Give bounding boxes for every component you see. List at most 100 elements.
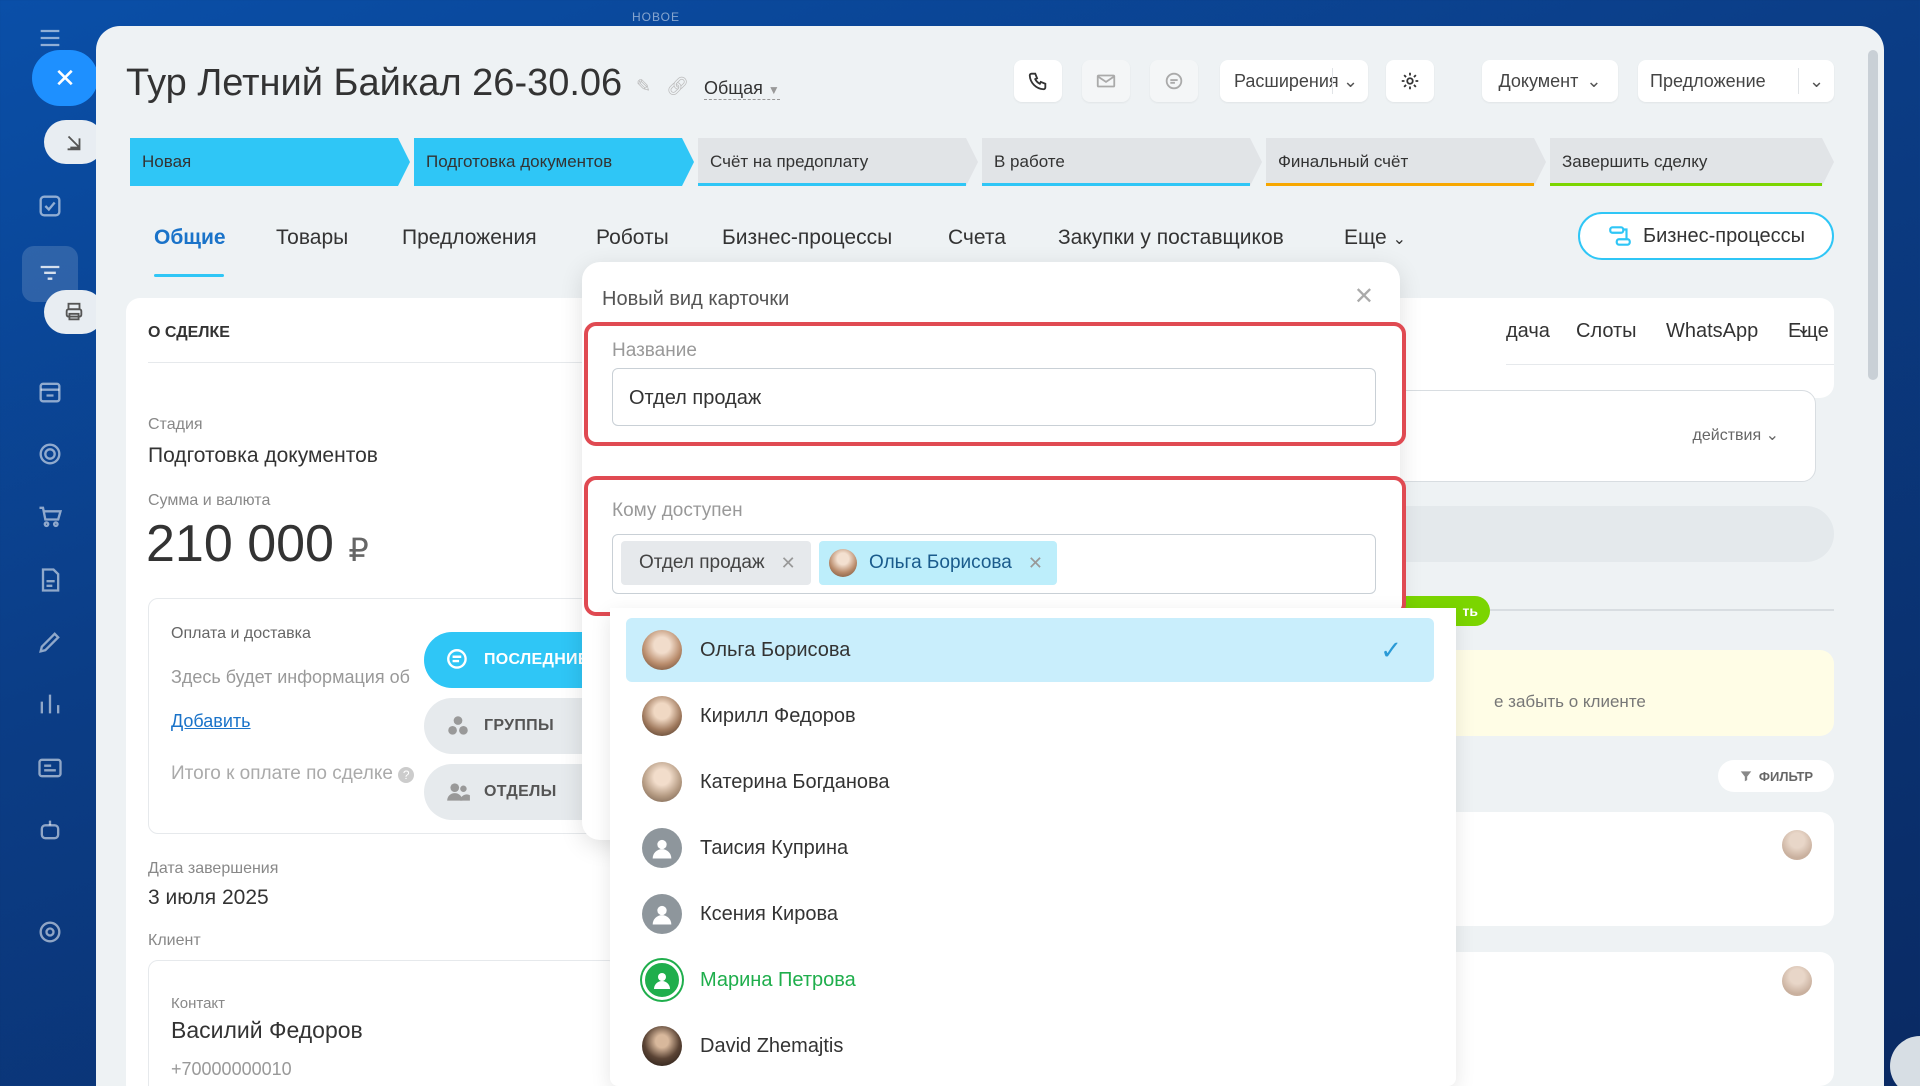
user-avatar [642,630,682,670]
stage-field-label: Стадия [148,416,203,433]
departments-icon [444,778,472,806]
timeline-tabs-card: дача Слоты WhatsApp Еще [1376,298,1834,398]
tab-whatsapp[interactable]: WhatsApp [1666,320,1758,343]
default-user-icon [642,894,682,934]
stage-prepay[interactable]: Счёт на предоплату [698,138,978,186]
default-user-icon [642,828,682,868]
list-item[interactable]: Таисия Куприна [626,816,1434,880]
chat-bubble-button[interactable] [1890,1036,1920,1086]
stage-in-progress[interactable]: В работе [982,138,1262,186]
list-item[interactable]: Катерина Богданова [626,750,1434,814]
currency-symbol: ₽ [348,532,369,568]
add-payment-link[interactable]: Добавить [171,711,251,732]
help-icon[interactable]: ? [398,767,415,783]
person-name: Катерина Богданова [700,770,890,793]
page-scrollbar[interactable] [1868,50,1878,380]
store-icon[interactable] [32,374,68,410]
chevron-down-icon: ▼ [767,83,780,97]
tab-business-processes[interactable]: Бизнес-процессы [722,226,892,250]
list-item[interactable]: Ольга Борисова ✓ [626,618,1434,682]
sum-amount: 210 000 [146,515,334,573]
pen-icon[interactable] [32,624,68,660]
person-name: Ольга Борисова [700,638,851,661]
tab-robots[interactable]: Роботы [596,226,669,250]
contact-phone[interactable]: +70000000010 [171,1059,292,1080]
robot-icon[interactable] [32,812,68,848]
tab-purchases[interactable]: Закупки у поставщиков [1058,226,1284,250]
stage-docs[interactable]: Подготовка документов [414,138,694,186]
document-edit-icon[interactable] [32,562,68,598]
list-item[interactable]: Марина Петрова [626,948,1434,1012]
dialog-title: Новый вид карточки [602,288,790,310]
reminder-text: е забыть о клиенте [1494,692,1646,711]
name-field-label: Название [612,340,697,361]
chip-remove-icon[interactable]: ✕ [1028,553,1043,574]
actions-label: действия [1692,427,1762,444]
access-field-label: Кому доступен [612,500,743,521]
client-block: Контакт Василий Федоров +70000000010 [148,960,618,1086]
analytics-icon[interactable] [32,686,68,722]
stage-label: В работе [994,152,1065,171]
search-bar[interactable] [1376,506,1834,562]
people-dropdown: Ольга Борисова ✓ Кирилл Федоров Катерина… [610,608,1456,1086]
category-selector[interactable]: Общая ▼ [704,78,780,100]
tab-general[interactable]: Общие [154,226,226,250]
user-avatar [642,1026,682,1066]
list-item[interactable]: Кирилл Федоров [626,684,1434,748]
tab-products[interactable]: Товары [276,226,348,250]
cart-icon[interactable] [32,498,68,534]
stage-final-invoice[interactable]: Финальный счёт [1266,138,1546,186]
dialog-close-button[interactable]: ✕ [1354,282,1374,311]
email-button[interactable] [1082,60,1130,102]
sum-value[interactable]: 210 000 ₽ [146,514,369,574]
access-input[interactable]: Отдел продаж ✕ Ольга Борисова ✕ [612,534,1376,594]
stage-new[interactable]: Новая [130,138,410,186]
selector-tab-recent-label: ПОСЛЕДНИЕ [484,651,589,668]
recent-search-icon [444,646,472,674]
tab-offers[interactable]: Предложения [402,226,537,250]
chevron-down-icon: ⌄ [1798,68,1834,94]
tasks-icon[interactable] [32,188,68,224]
name-input[interactable]: Отдел продаж [612,368,1376,426]
tab-invoices[interactable]: Счета [948,226,1006,250]
settings-gear-icon[interactable] [32,914,68,950]
chip-remove-icon[interactable]: ✕ [781,553,796,574]
filter-button[interactable]: ФИЛЬТР [1718,760,1834,792]
user-avatar [642,696,682,736]
target-icon[interactable] [32,436,68,472]
chip-label: Ольга Борисова [869,552,1012,573]
stage-close-deal[interactable]: Завершить сделку [1550,138,1834,186]
business-processes-button[interactable]: Бизнес-процессы [1578,212,1834,260]
list-item[interactable]: Ксения Кирова [626,882,1434,946]
name-field-group: Название Отдел продаж [584,322,1406,446]
stage-label: Счёт на предоплату [710,152,869,171]
chat-icon [1165,72,1183,90]
stage-field-value[interactable]: Подготовка документов [148,444,378,468]
extensions-dropdown[interactable]: Расширения ⌄ [1220,60,1368,102]
call-button[interactable] [1014,60,1062,102]
tab-more[interactable]: Еще ⌄ [1344,226,1406,250]
document-dropdown[interactable]: Документ ⌄ [1482,60,1618,102]
access-chip-department[interactable]: Отдел продаж ✕ [621,541,811,585]
minimize-button[interactable] [44,120,104,164]
stage-label: Новая [142,152,192,171]
sum-field-label: Сумма и валюта [148,492,271,509]
close-date-value[interactable]: 3 июля 2025 [148,886,269,910]
settings-button[interactable] [1386,60,1434,102]
contact-name[interactable]: Василий Федоров [171,1017,363,1044]
actions-dropdown[interactable]: действия ⌄ [1693,425,1779,445]
activity-input[interactable]: действия ⌄ [1378,390,1816,482]
chat-button[interactable] [1150,60,1198,102]
link-icon[interactable]: 🔗︎ [666,76,689,96]
list-item[interactable]: David Zhemajtis [626,1014,1434,1078]
workflow-icon [1609,226,1631,246]
offer-dropdown[interactable]: Предложение ⌄ [1638,60,1834,102]
print-button[interactable] [44,290,104,334]
pencil-icon[interactable]: ✎ [636,76,651,96]
access-chip-user[interactable]: Ольга Борисова ✕ [819,541,1057,585]
tab-slots[interactable]: Слоты [1576,320,1637,343]
card-icon[interactable] [32,750,68,786]
close-slider-button[interactable]: ✕ [32,50,98,106]
chevron-down-icon: ⌄ [1796,318,1812,338]
tab-task[interactable]: дача [1506,320,1550,343]
